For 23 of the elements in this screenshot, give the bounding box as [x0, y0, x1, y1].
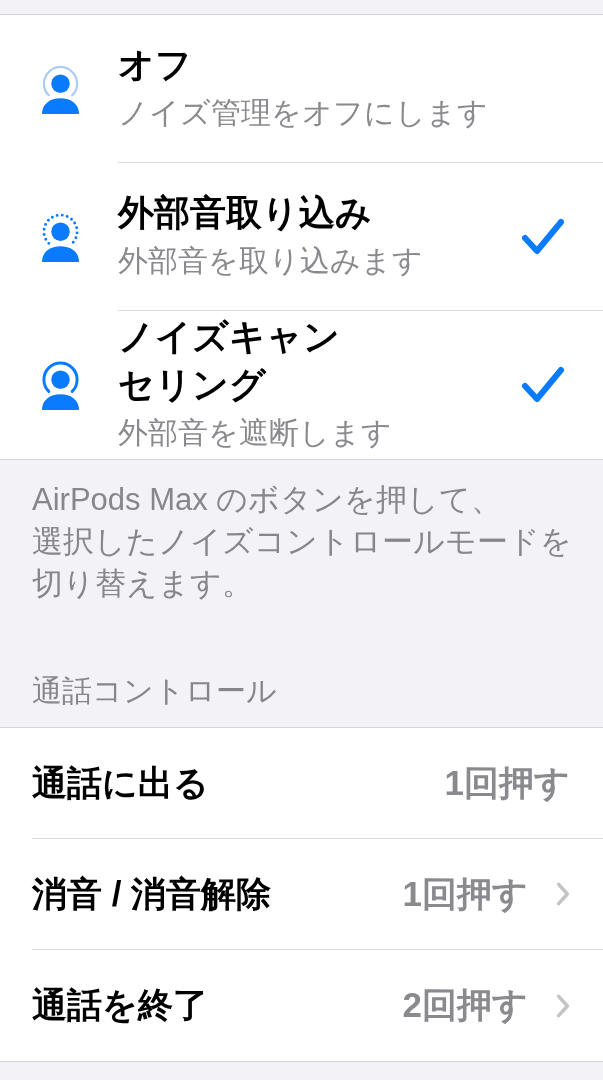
option-row[interactable]: オフ ノイズ管理をオフにします: [0, 15, 603, 163]
person-ring-icon: [41, 360, 80, 410]
call-control-row[interactable]: 通話に出る 1回押す: [32, 728, 603, 839]
row-value: 1回押す: [402, 872, 528, 915]
footer-note: AirPods Max のボタンを押して、選択したノイズコントロールモードを切り替えます。: [32, 481, 573, 603]
option-subtitle: 外部音を取り込みます: [118, 242, 423, 279]
option-title: 外部音取り込み: [118, 190, 372, 235]
option-row[interactable]: ノイズキャンセリング 外部音を遮断します: [0, 311, 603, 459]
row-label: 通話を終了: [32, 984, 209, 1027]
option-title: オフ: [118, 42, 192, 87]
person-dotted-ring-icon: [41, 212, 80, 262]
row-label: 消音 / 消音解除: [32, 872, 273, 915]
option-subtitle: ノイズ管理をオフにします: [118, 94, 488, 131]
row-value: 2回押す: [402, 984, 528, 1027]
call-control-row[interactable]: 通話を終了 2回押す: [32, 950, 603, 1061]
person-ring-icon: [41, 64, 80, 114]
section-header: 通話コントロール: [32, 673, 277, 709]
option-subtitle: 外部音を遮断します: [118, 415, 392, 451]
option-row[interactable]: 外部音取り込み 外部音を取り込みます: [0, 163, 603, 311]
call-control-row[interactable]: 消音 / 消音解除 1回押す: [32, 839, 603, 950]
option-title: ノイズキャンセリング: [118, 315, 341, 407]
row-value: 1回押す: [444, 761, 570, 804]
row-label: 通話に出る: [32, 761, 210, 804]
